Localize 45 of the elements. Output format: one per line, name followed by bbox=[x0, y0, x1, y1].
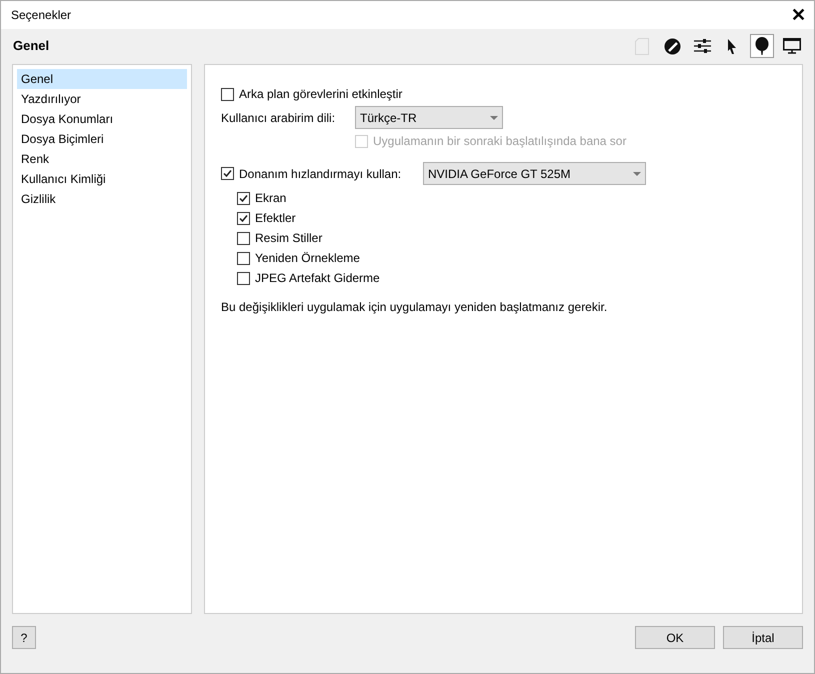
toolbar-button[interactable] bbox=[750, 34, 774, 58]
checkbox[interactable] bbox=[237, 272, 250, 284]
dialog-button[interactable]: İptal bbox=[723, 626, 803, 649]
restart-note: Bu değişiklikleri uygulamak için uygulamayı yeniden başlatmanız gerekir. bbox=[221, 299, 608, 316]
close-button[interactable]: ✕ bbox=[791, 6, 806, 24]
checkbox[interactable] bbox=[237, 212, 250, 224]
sidebar-item[interactable]: Renk bbox=[17, 149, 187, 169]
sidebar-item[interactable]: Dosya Konumları bbox=[17, 109, 187, 129]
checkbox[interactable] bbox=[221, 88, 234, 100]
checkbox-label: Resim Stiller bbox=[255, 230, 322, 247]
cursor-icon bbox=[727, 38, 737, 54]
page-icon bbox=[635, 38, 649, 54]
dialog-button[interactable]: OK bbox=[635, 626, 715, 649]
checkbox-label: Donanım hızlandırmayı kullan: bbox=[239, 166, 402, 182]
section-title: Genel bbox=[13, 37, 50, 56]
language-label: Kullanıcı arabirim dili: bbox=[221, 110, 336, 126]
checkbox-label: Efektler bbox=[255, 210, 296, 227]
checkbox-label: Yeniden Örnekleme bbox=[255, 250, 360, 267]
checkbox[interactable] bbox=[237, 232, 250, 244]
sidebar-item[interactable]: Dosya Biçimleri bbox=[17, 129, 187, 149]
checkbox[interactable] bbox=[237, 192, 250, 204]
checkbox[interactable] bbox=[237, 252, 250, 264]
monitor-icon bbox=[783, 38, 801, 54]
sidebar-item[interactable]: Gizlilik bbox=[17, 189, 187, 209]
checkbox[interactable] bbox=[221, 167, 234, 180]
dropdown[interactable]: Türkçe-TR bbox=[355, 106, 503, 129]
balloon-icon bbox=[755, 37, 769, 55]
checkbox-label: Ekran bbox=[255, 190, 286, 207]
dropdown-value: NVIDIA GeForce GT 525M bbox=[428, 166, 570, 182]
sidebar-item[interactable]: Kullanıcı Kimliği bbox=[17, 169, 187, 189]
sidebar-item[interactable]: Yazdırılıyor bbox=[17, 89, 187, 109]
sidebar-item[interactable]: Genel bbox=[17, 69, 187, 89]
check-icon bbox=[239, 194, 248, 202]
check-icon bbox=[239, 214, 248, 222]
checkbox-label: Uygulamanın bir sonraki başlatılışında bana sor bbox=[373, 133, 626, 150]
dropdown-value: Türkçe-TR bbox=[360, 110, 417, 126]
caret-icon bbox=[633, 172, 641, 176]
help-button[interactable]: ? bbox=[12, 626, 36, 649]
window-title: Seçenekler bbox=[11, 7, 72, 24]
checkbox-label: Arka plan görevlerini etkinleştir bbox=[239, 86, 402, 103]
checkbox-label: JPEG Artefakt Giderme bbox=[255, 270, 380, 287]
check-icon bbox=[223, 169, 232, 178]
caret-icon bbox=[490, 116, 498, 120]
sliders-icon bbox=[694, 39, 710, 53]
dropdown[interactable]: NVIDIA GeForce GT 525M bbox=[423, 162, 646, 185]
